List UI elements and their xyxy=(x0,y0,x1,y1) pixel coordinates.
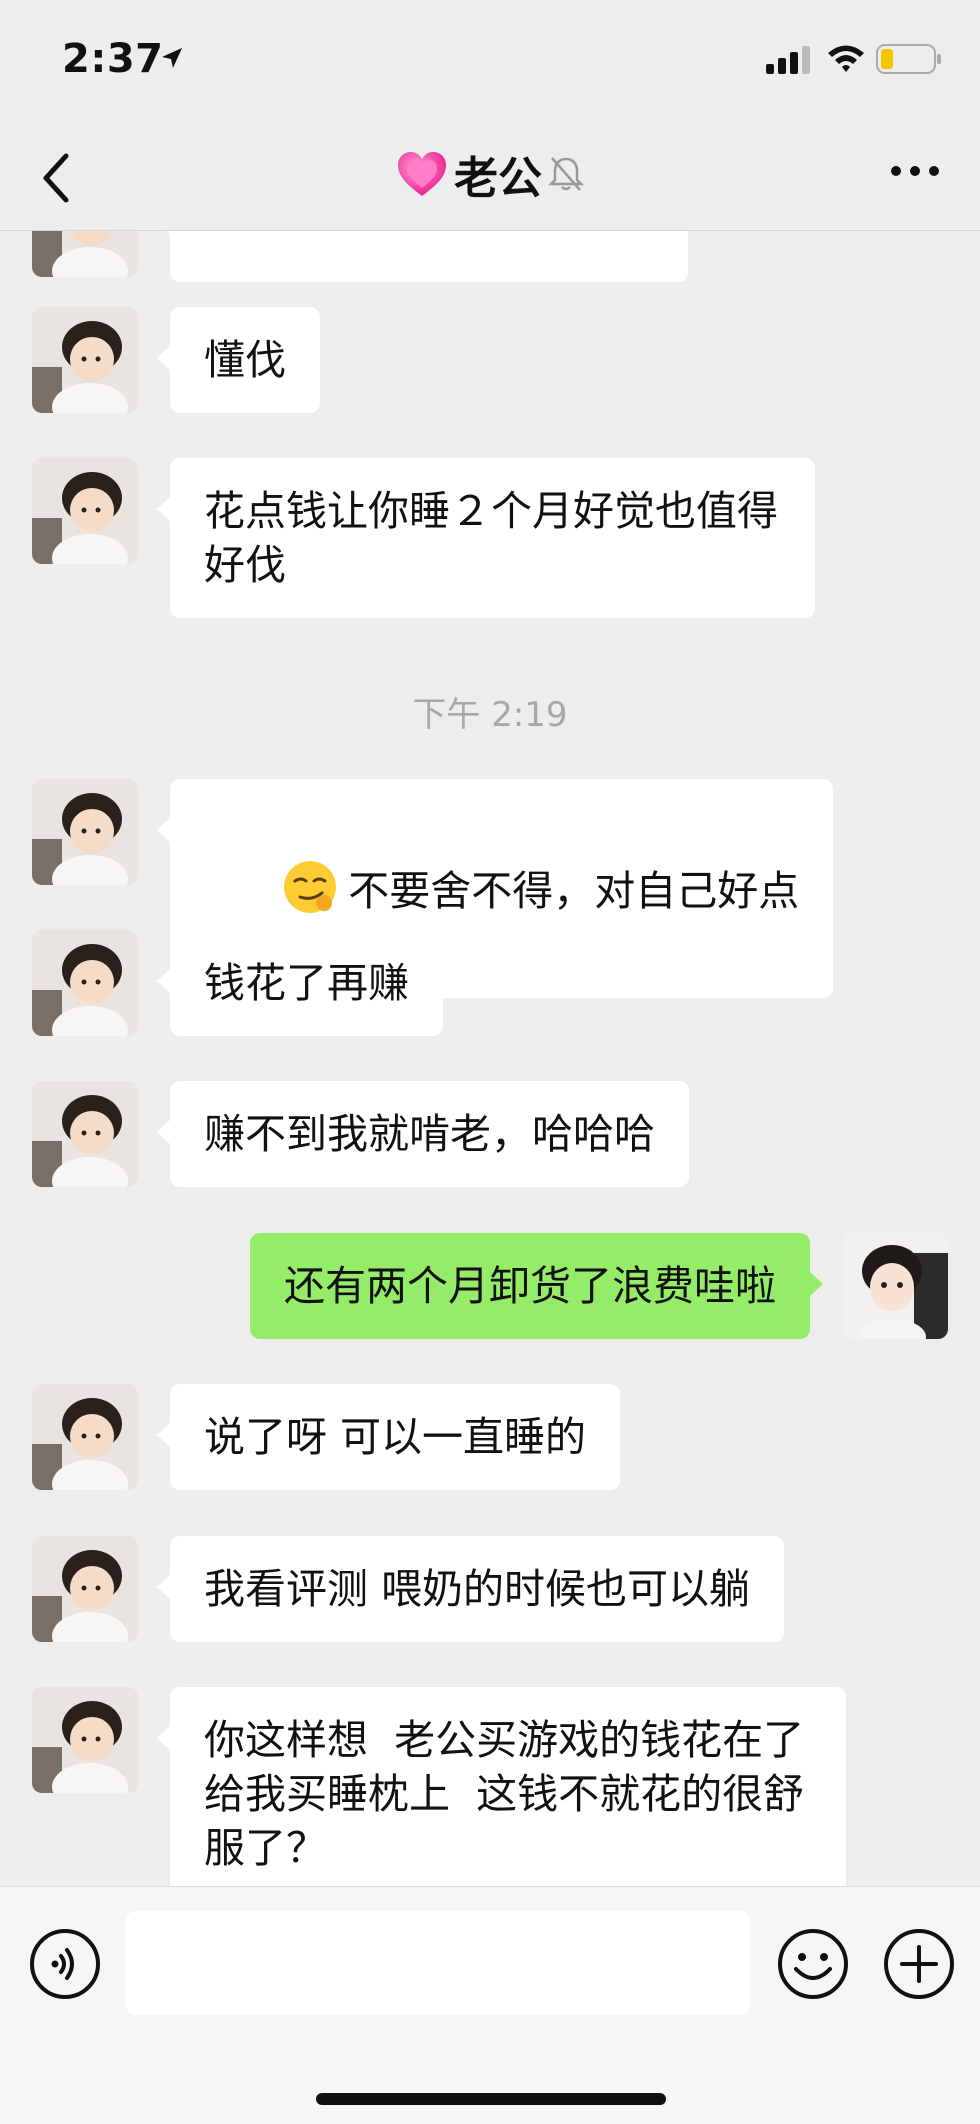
smirk-face-icon xyxy=(284,861,337,913)
voice-input-icon[interactable] xyxy=(28,1927,102,2001)
battery-icon xyxy=(876,44,941,74)
contact-avatar[interactable] xyxy=(32,1687,138,1793)
heart-icon xyxy=(398,152,446,196)
contact-avatar[interactable] xyxy=(32,1081,138,1187)
contact-avatar[interactable] xyxy=(32,458,138,564)
incoming-message-bubble[interactable]: 说了呀 可以一直睡的 xyxy=(156,1384,621,1490)
chat-message-list[interactable]: 懂伐 花点钱让你睡２个月好觉也值得好伐 下午 2:19 不要舍不得，对自己好点 … xyxy=(0,231,980,1886)
home-indicator[interactable] xyxy=(316,2093,666,2105)
incoming-message-bubble[interactable]: 钱花了再赚 xyxy=(157,930,443,1036)
chat-header: 老公 xyxy=(0,120,980,231)
incoming-message-bubble[interactable]: 赚不到我就啃老，哈哈哈 xyxy=(157,1081,689,1187)
emoji-icon[interactable] xyxy=(776,1927,850,2001)
contact-avatar[interactable] xyxy=(32,307,138,413)
muted-bell-icon xyxy=(548,157,584,191)
message-text: 不要舍不得，对自己好点 xyxy=(348,867,800,915)
message-input-bar xyxy=(0,1886,980,2124)
message-input[interactable] xyxy=(126,1911,750,2015)
incoming-message-bubble[interactable]: 花点钱让你睡２个月好觉也值得好伐 xyxy=(157,458,815,618)
status-bar: 2:37 xyxy=(0,0,980,120)
chat-title-text: 老公 xyxy=(454,153,542,204)
incoming-message-bubble[interactable]: 我看评测 喂奶的时候也可以躺 xyxy=(156,1536,785,1642)
self-avatar[interactable] xyxy=(842,1233,948,1339)
outgoing-message-bubble[interactable]: 还有两个月卸货了浪费哇啦 xyxy=(250,1233,823,1339)
plus-icon[interactable] xyxy=(882,1927,956,2001)
contact-avatar[interactable] xyxy=(32,231,138,277)
location-arrow-icon xyxy=(162,48,182,68)
message-timestamp: 下午 2:19 xyxy=(412,695,568,735)
contact-avatar[interactable] xyxy=(32,1536,138,1642)
contact-avatar[interactable] xyxy=(32,1384,138,1490)
incoming-message-bubble[interactable] xyxy=(157,231,688,282)
more-options-icon[interactable] xyxy=(890,164,940,178)
status-time: 2:37 xyxy=(62,36,164,82)
cellular-signal-icon xyxy=(766,46,810,74)
wifi-icon xyxy=(828,45,864,72)
incoming-message-bubble[interactable]: 你这样想 老公买游戏的钱花在了给我买睡枕上 这钱不就花的很舒服了？ xyxy=(157,1687,846,1886)
incoming-message-bubble[interactable]: 懂伐 xyxy=(157,307,320,413)
contact-avatar[interactable] xyxy=(32,930,138,1036)
chat-title: 老公 xyxy=(396,142,584,206)
contact-avatar[interactable] xyxy=(32,779,138,885)
